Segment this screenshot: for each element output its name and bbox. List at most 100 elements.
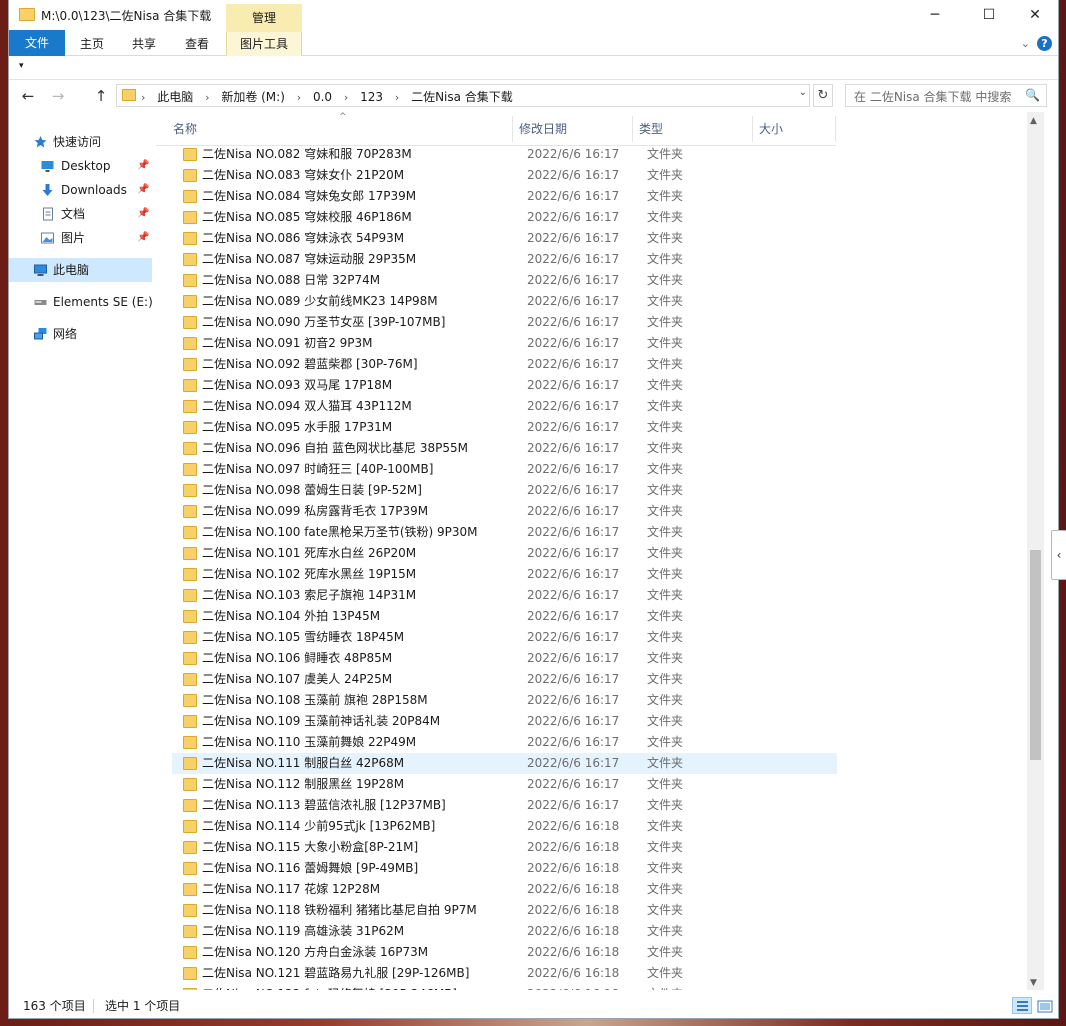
- large-icons-view-button[interactable]: [1035, 997, 1055, 1014]
- table-row[interactable]: 二佐Nisa NO.101 死库水白丝 26P20M 2022/6/6 16:17…: [172, 543, 837, 564]
- tab-file[interactable]: 文件: [9, 30, 65, 56]
- close-button[interactable]: ✕: [1012, 0, 1058, 30]
- table-row[interactable]: 二佐Nisa NO.094 双人猫耳 43P112M 2022/6/6 16:17…: [172, 396, 837, 417]
- sidebar-item-network[interactable]: 网络: [9, 322, 152, 346]
- tab-picture-tools[interactable]: 图片工具: [226, 32, 302, 56]
- table-row[interactable]: 二佐Nisa NO.102 死库水黑丝 19P15M 2022/6/6 16:17…: [172, 564, 837, 585]
- column-header-date[interactable]: 修改日期: [519, 120, 567, 137]
- table-row[interactable]: 二佐Nisa NO.114 少前95式jk [13P62MB] 2022/6/6 …: [172, 816, 837, 837]
- scroll-up-icon[interactable]: ▲: [1030, 116, 1037, 126]
- column-divider[interactable]: [512, 116, 513, 142]
- column-divider[interactable]: [752, 116, 753, 142]
- table-row[interactable]: 二佐Nisa NO.122 fate玛修舞娘 [39P-246MB] 2022/6…: [172, 984, 837, 990]
- table-row[interactable]: 二佐Nisa NO.099 私房露背毛衣 17P39M 2022/6/6 16:1…: [172, 501, 837, 522]
- column-header-type[interactable]: 类型: [639, 120, 663, 137]
- column-header-size[interactable]: 大小: [759, 120, 783, 137]
- table-row[interactable]: 二佐Nisa NO.089 少女前线MK23 14P98M 2022/6/6 16…: [172, 291, 837, 312]
- address-history-dropdown[interactable]: ⌄: [799, 87, 807, 98]
- tab-share[interactable]: 共享: [121, 32, 167, 56]
- sidebar-item-downloads[interactable]: Downloads 📌: [9, 178, 152, 202]
- table-row[interactable]: 二佐Nisa NO.092 碧蓝柴郡 [30P-76M] 2022/6/6 16:…: [172, 354, 837, 375]
- table-row[interactable]: 二佐Nisa NO.090 万圣节女巫 [39P-107MB] 2022/6/6 …: [172, 312, 837, 333]
- breadcrumb-folder-123[interactable]: 123: [360, 90, 383, 104]
- maximize-button[interactable]: ☐: [966, 0, 1012, 30]
- pin-icon[interactable]: 📌: [137, 154, 149, 178]
- pin-icon[interactable]: 📌: [137, 178, 149, 202]
- table-row[interactable]: 二佐Nisa NO.117 花嫁 12P28M 2022/6/6 16:18 文件夹: [172, 879, 837, 900]
- file-type: 文件夹: [647, 966, 684, 980]
- file-name: 二佐Nisa NO.112 制服黑丝 19P28M: [202, 777, 405, 791]
- sidebar-item-documents[interactable]: 文档 📌: [9, 202, 152, 226]
- sidebar-item-this-pc[interactable]: 此电脑: [9, 258, 152, 282]
- table-row[interactable]: 二佐Nisa NO.103 索尼子旗袍 14P31M 2022/6/6 16:17…: [172, 585, 837, 606]
- table-row[interactable]: 二佐Nisa NO.121 碧蓝路易九礼服 [29P-126MB] 2022/6/…: [172, 963, 837, 984]
- column-divider[interactable]: [632, 116, 633, 142]
- sidebar-item-desktop[interactable]: Desktop 📌: [9, 154, 152, 178]
- file-type: 文件夹: [647, 777, 684, 791]
- search-box[interactable]: 在 二佐Nisa 合集下载 中搜索 🔍: [845, 84, 1047, 107]
- pin-icon[interactable]: 📌: [137, 202, 149, 226]
- sidebar-item-quick-access[interactable]: 快速访问: [9, 130, 152, 154]
- table-row[interactable]: 二佐Nisa NO.088 日常 32P74M 2022/6/6 16:17 文件夹: [172, 270, 837, 291]
- table-row[interactable]: 二佐Nisa NO.085 穹妹校服 46P186M 2022/6/6 16:17…: [172, 207, 837, 228]
- forward-button[interactable]: →: [47, 86, 69, 106]
- folder-icon: [183, 841, 197, 854]
- table-row[interactable]: 二佐Nisa NO.113 碧蓝信浓礼服 [12P37MB] 2022/6/6 1…: [172, 795, 837, 816]
- table-row[interactable]: 二佐Nisa NO.096 自拍 蓝色网状比基尼 38P55M 2022/6/6 …: [172, 438, 837, 459]
- table-row[interactable]: 二佐Nisa NO.111 制服白丝 42P68M 2022/6/6 16:17 文…: [172, 753, 837, 774]
- table-row[interactable]: 二佐Nisa NO.100 fate黑枪呆万圣节(铁粉) 9P30M 2022/6…: [172, 522, 837, 543]
- table-row[interactable]: 二佐Nisa NO.110 玉藻前舞娘 22P49M 2022/6/6 16:17…: [172, 732, 837, 753]
- table-row[interactable]: 二佐Nisa NO.095 水手服 17P31M 2022/6/6 16:17 文件…: [172, 417, 837, 438]
- column-header-name[interactable]: 名称: [173, 120, 197, 137]
- table-row[interactable]: 二佐Nisa NO.105 雪纺睡衣 18P45M 2022/6/6 16:17 文…: [172, 627, 837, 648]
- scrollbar-thumb[interactable]: [1030, 550, 1041, 760]
- table-row[interactable]: 二佐Nisa NO.108 玉藻前 旗袍 28P158M 2022/6/6 16:…: [172, 690, 837, 711]
- table-row[interactable]: 二佐Nisa NO.112 制服黑丝 19P28M 2022/6/6 16:17 文…: [172, 774, 837, 795]
- column-divider[interactable]: [835, 116, 836, 142]
- table-row[interactable]: 二佐Nisa NO.097 时崎狂三 [40P-100MB] 2022/6/6 1…: [172, 459, 837, 480]
- up-button[interactable]: ↑: [90, 86, 112, 106]
- table-row[interactable]: 二佐Nisa NO.106 鲟睡衣 48P85M 2022/6/6 16:17 文件…: [172, 648, 837, 669]
- table-row[interactable]: 二佐Nisa NO.104 外拍 13P45M 2022/6/6 16:17 文件夹: [172, 606, 837, 627]
- breadcrumb-this-pc[interactable]: 此电脑: [157, 90, 193, 104]
- tab-view[interactable]: 查看: [174, 32, 220, 56]
- details-view-button[interactable]: [1012, 997, 1032, 1014]
- search-placeholder: 在 二佐Nisa 合集下载 中搜索: [854, 90, 1012, 104]
- sidebar-item-pictures[interactable]: 图片 📌: [9, 226, 152, 250]
- customize-toolbar-icon[interactable]: ▾: [19, 61, 24, 71]
- ribbon-expand-icon[interactable]: ⌄: [1021, 37, 1030, 50]
- table-row[interactable]: 二佐Nisa NO.109 玉藻前神话礼装 20P84M 2022/6/6 16:…: [172, 711, 837, 732]
- table-row[interactable]: 二佐Nisa NO.118 铁粉福利 猪猪比基尼自拍 9P7M 2022/6/6 …: [172, 900, 837, 921]
- table-row[interactable]: 二佐Nisa NO.115 大象小粉盒[8P-21M] 2022/6/6 16:1…: [172, 837, 837, 858]
- manage-context-tab[interactable]: 管理: [226, 4, 302, 32]
- scroll-down-icon[interactable]: ▼: [1030, 978, 1037, 988]
- table-row[interactable]: 二佐Nisa NO.120 方舟白金泳装 16P73M 2022/6/6 16:1…: [172, 942, 837, 963]
- tab-home[interactable]: 主页: [69, 32, 115, 56]
- help-icon[interactable]: ?: [1037, 36, 1052, 51]
- breadcrumb-drive[interactable]: 新加卷 (M:): [221, 90, 285, 104]
- file-type: 文件夹: [647, 819, 684, 833]
- search-icon[interactable]: 🔍: [1025, 88, 1040, 102]
- breadcrumb-folder-0-0[interactable]: 0.0: [313, 90, 332, 104]
- table-row[interactable]: 二佐Nisa NO.093 双马尾 17P18M 2022/6/6 16:17 文件…: [172, 375, 837, 396]
- table-row[interactable]: 二佐Nisa NO.087 穹妹运动服 29P35M 2022/6/6 16:17…: [172, 249, 837, 270]
- table-row[interactable]: 二佐Nisa NO.091 初音2 9P3M 2022/6/6 16:17 文件夹: [172, 333, 837, 354]
- minimize-button[interactable]: ─: [912, 0, 958, 30]
- breadcrumb-current-folder[interactable]: 二佐Nisa 合集下载: [411, 90, 513, 104]
- table-row[interactable]: 二佐Nisa NO.082 穹妹和服 70P283M 2022/6/6 16:17…: [172, 144, 837, 165]
- table-row[interactable]: 二佐Nisa NO.084 穹妹兔女郎 17P39M 2022/6/6 16:17…: [172, 186, 837, 207]
- table-row[interactable]: 二佐Nisa NO.083 穹妹女仆 21P20M 2022/6/6 16:17 文…: [172, 165, 837, 186]
- refresh-button[interactable]: ↻: [813, 84, 833, 107]
- pin-icon[interactable]: 📌: [137, 226, 149, 250]
- preview-pane-toggle[interactable]: ‹: [1051, 530, 1066, 580]
- sidebar-item-drive-e[interactable]: Elements SE (E:): [9, 290, 153, 314]
- table-row[interactable]: 二佐Nisa NO.119 高雄泳装 31P62M 2022/6/6 16:18 文…: [172, 921, 837, 942]
- address-bar[interactable]: › 此电脑 › 新加卷 (M:) › 0.0 › 123 › 二佐Nisa 合集…: [116, 84, 810, 107]
- table-row[interactable]: 二佐Nisa NO.107 虞美人 24P25M 2022/6/6 16:17 文件…: [172, 669, 837, 690]
- back-button[interactable]: ←: [17, 86, 39, 106]
- folder-icon: [183, 526, 197, 539]
- table-row[interactable]: 二佐Nisa NO.098 蕾姆生日装 [9P-52M] 2022/6/6 16:…: [172, 480, 837, 501]
- table-row[interactable]: 二佐Nisa NO.116 蕾姆舞娘 [9P-49MB] 2022/6/6 16:…: [172, 858, 837, 879]
- table-row[interactable]: 二佐Nisa NO.086 穹妹泳衣 54P93M 2022/6/6 16:17 文…: [172, 228, 837, 249]
- vertical-scrollbar[interactable]: ▲ ▼: [1027, 112, 1044, 990]
